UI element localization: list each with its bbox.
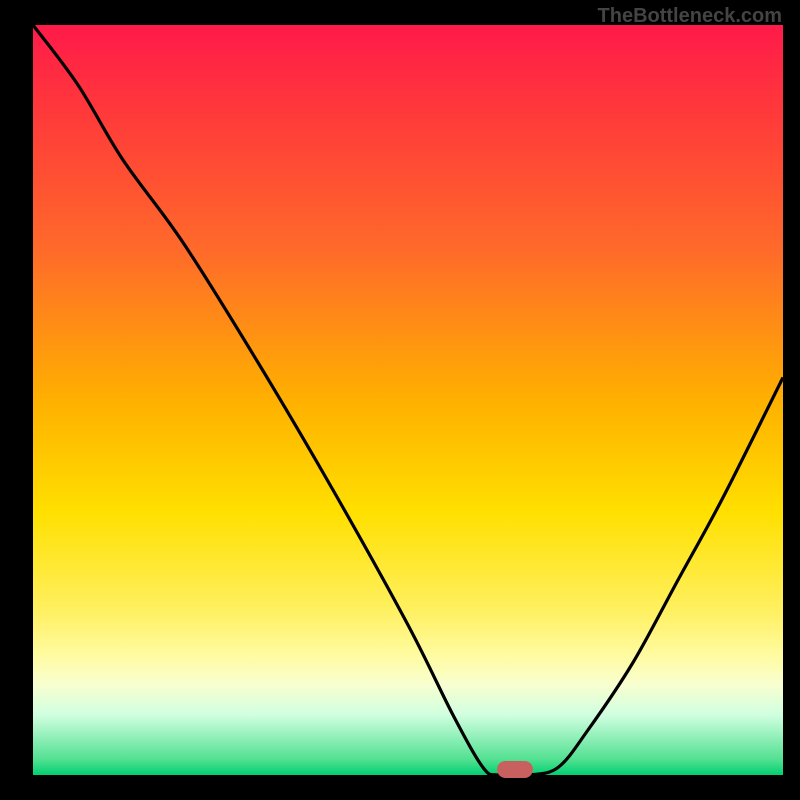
optimal-point-marker <box>497 761 533 778</box>
plot-area <box>33 25 783 775</box>
watermark-text: TheBottleneck.com <box>598 5 782 28</box>
bottleneck-curve <box>33 25 783 775</box>
chart-container: TheBottleneck.com <box>0 0 800 800</box>
